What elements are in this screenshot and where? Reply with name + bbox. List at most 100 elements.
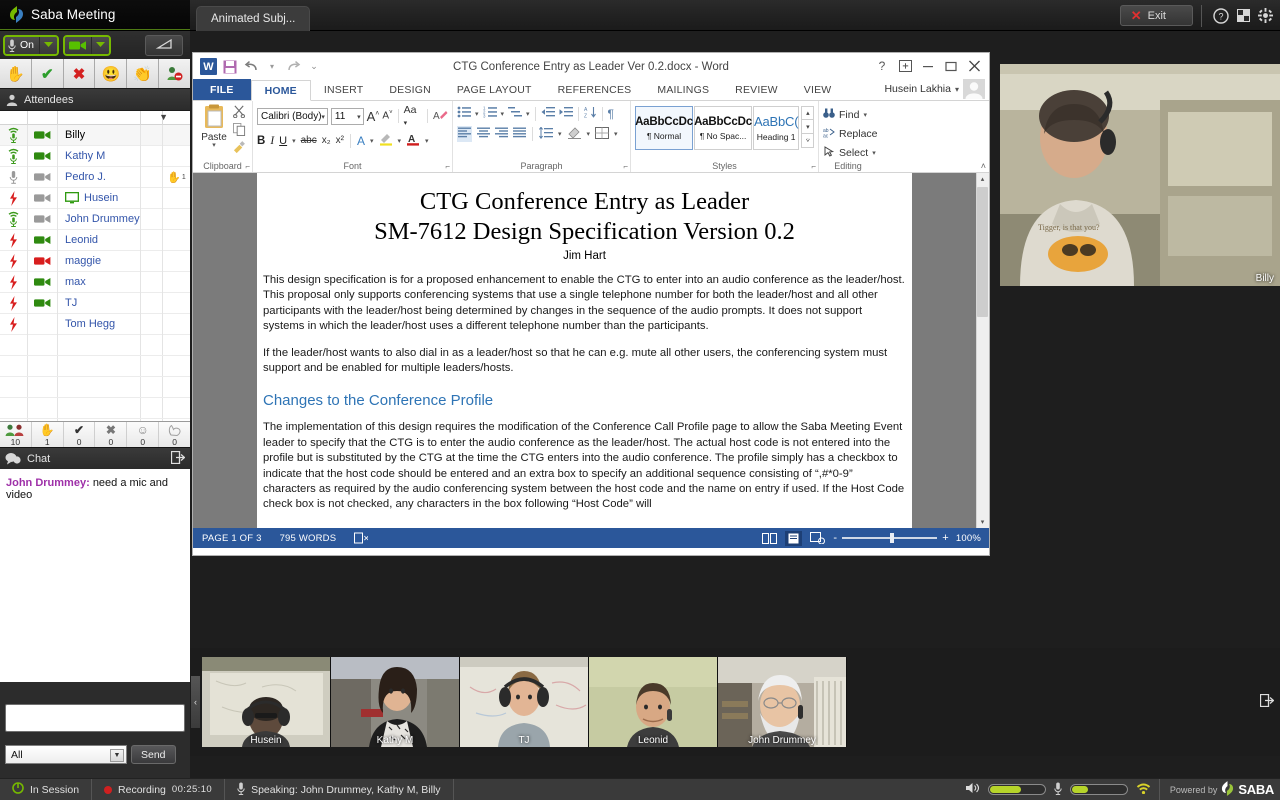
active-speaker-video[interactable]: Tigger, is that you? Billy: [1000, 64, 1280, 286]
copy-icon[interactable]: [233, 123, 246, 139]
font-name-combo[interactable]: Calibri (Body) ▾: [257, 107, 328, 125]
zoom-out-button[interactable]: -: [833, 532, 837, 544]
scrollbar-thumb[interactable]: [977, 187, 988, 317]
attendee-row[interactable]: John Drummey: [0, 208, 190, 230]
shrink-font-icon[interactable]: A˅: [382, 110, 392, 121]
font-size-combo[interactable]: 11 ▾: [330, 107, 364, 125]
tab-review[interactable]: REVIEW: [722, 80, 791, 100]
video-thumb-kathy[interactable]: Kathy M: [331, 657, 460, 747]
zoom-in-button[interactable]: +: [942, 532, 949, 544]
borders-dropdown-icon[interactable]: ▾: [614, 130, 618, 138]
attendee-row[interactable]: max: [0, 271, 190, 293]
down-arrow-icon[interactable]: ▾: [801, 120, 815, 134]
attendee-name-cell[interactable]: TJ: [58, 292, 141, 314]
attendee-name-cell[interactable]: Tom Hegg: [58, 313, 141, 335]
up-arrow-icon[interactable]: ▴: [801, 106, 815, 120]
subscript-button[interactable]: x₂: [322, 135, 331, 146]
styles-dialog-launcher-icon[interactable]: ⌐: [811, 162, 816, 171]
stat-applause[interactable]: 0: [159, 422, 190, 447]
align-left-icon[interactable]: [457, 126, 472, 142]
highlight-dropdown-icon[interactable]: ▾: [398, 137, 402, 145]
word-count[interactable]: 795 WORDS: [271, 533, 346, 544]
smile-button[interactable]: 😃: [95, 59, 128, 88]
replace-button[interactable]: ab ac Replace: [823, 126, 878, 142]
change-case-icon[interactable]: Aa ▾: [404, 104, 422, 128]
camera-toggle-body[interactable]: [65, 36, 92, 54]
customize-qat-icon[interactable]: ⌄: [306, 59, 322, 75]
tab-design[interactable]: DESIGN: [376, 80, 443, 100]
layout-icon[interactable]: [1232, 5, 1254, 27]
stat-smile[interactable]: ☺ 0: [127, 422, 160, 447]
scroll-up-icon[interactable]: ▴: [977, 173, 988, 185]
attendee-name-cell[interactable]: maggie: [58, 250, 141, 272]
attendee-name-cell[interactable]: Kathy M: [58, 145, 141, 167]
microphone-icon[interactable]: [1054, 782, 1062, 798]
align-center-icon[interactable]: [477, 127, 490, 141]
speaker-volume-slider[interactable]: [987, 784, 1046, 795]
chevron-down-icon[interactable]: ▾: [955, 85, 959, 94]
save-icon[interactable]: [222, 59, 238, 75]
video-thumb-john-drummey[interactable]: John Drummey: [718, 657, 847, 747]
chat-input[interactable]: [5, 704, 185, 732]
paintbrush-icon[interactable]: [233, 141, 246, 157]
stat-hand[interactable]: ✋ 1: [31, 422, 64, 447]
attendee-name-cell[interactable]: Pedro J.: [58, 166, 141, 188]
camera-dropdown-button[interactable]: [91, 36, 110, 54]
undo-icon[interactable]: [243, 59, 259, 75]
bullet-list-icon[interactable]: [457, 106, 471, 121]
word-document-area[interactable]: CTG Conference Entry as Leader SM-7612 D…: [193, 173, 989, 528]
attendee-row[interactable]: Kathy M: [0, 145, 190, 167]
attendee-name-cell[interactable]: Leonid: [58, 229, 141, 251]
minimize-icon[interactable]: [917, 56, 939, 76]
raise-hand-button[interactable]: ✋: [0, 59, 32, 88]
highlight-icon[interactable]: [379, 132, 393, 149]
video-thumb-husein[interactable]: Husein: [202, 657, 331, 747]
help-icon[interactable]: ?: [871, 56, 893, 76]
attendee-name-cell[interactable]: max: [58, 271, 141, 293]
tab-animated-subject[interactable]: Animated Subj...: [196, 6, 311, 31]
zoom-track[interactable]: [842, 533, 938, 543]
pilcrow-icon[interactable]: ¶: [608, 107, 614, 121]
clear-formatting-icon[interactable]: A: [433, 108, 448, 125]
zoom-knob[interactable]: [890, 533, 895, 543]
attendee-name-cell[interactable]: John Drummey: [58, 208, 141, 230]
web-layout-icon[interactable]: [809, 531, 826, 546]
multilevel-dropdown-icon[interactable]: ▾: [526, 110, 530, 118]
document-vertical-scrollbar[interactable]: ▴ ▾: [976, 173, 989, 528]
scroll-down-icon[interactable]: ▾: [977, 516, 988, 528]
step-out-button[interactable]: [159, 59, 190, 88]
attendee-row[interactable]: maggie: [0, 250, 190, 272]
word-account[interactable]: Husein Lakhia ▾: [884, 79, 985, 99]
send-button[interactable]: Send: [131, 745, 176, 764]
paste-dropdown-icon[interactable]: ▾: [212, 142, 216, 149]
line-spacing-icon[interactable]: [538, 125, 553, 142]
document-page[interactable]: CTG Conference Entry as Leader SM-7612 D…: [257, 173, 912, 528]
bullets-dropdown-icon[interactable]: ▾: [475, 110, 479, 118]
chat-messages[interactable]: John Drummey: need a mic and video: [0, 469, 190, 682]
mic-dropdown-button[interactable]: [39, 36, 58, 54]
print-layout-icon[interactable]: [785, 530, 803, 546]
increase-indent-icon[interactable]: [559, 106, 573, 121]
style-heading-1[interactable]: AaBbC( Heading 1: [753, 106, 800, 150]
restore-icon[interactable]: [940, 56, 962, 76]
attendees-list[interactable]: ▼ Billy Kathy M Pedro J. ✋ 1 Husein John Drumm…: [0, 111, 190, 421]
grow-font-icon[interactable]: A˄: [367, 109, 380, 124]
exit-button[interactable]: ✕ Exit: [1119, 5, 1193, 26]
line-spacing-dropdown-icon[interactable]: ▾: [558, 130, 562, 138]
font-color-icon[interactable]: A: [406, 132, 420, 149]
tab-home[interactable]: HOME: [250, 80, 311, 101]
stat-check[interactable]: ✔ 0: [63, 422, 96, 447]
collapse-ribbon-icon[interactable]: ˄: [981, 161, 986, 171]
find-dropdown-icon[interactable]: ▾: [863, 111, 867, 119]
justify-icon[interactable]: [513, 127, 526, 141]
attendee-name-cell[interactable]: Husein: [58, 187, 141, 209]
mic-toggle[interactable]: On: [3, 34, 60, 56]
attendee-row[interactable]: Husein: [0, 187, 190, 209]
attendee-row[interactable]: Pedro J. ✋ 1: [0, 166, 190, 188]
more-styles-icon[interactable]: ⩒: [801, 134, 815, 148]
tab-insert[interactable]: INSERT: [311, 80, 377, 100]
filter-icon[interactable]: ▼: [159, 112, 168, 122]
select-button[interactable]: Select ▾: [823, 145, 876, 161]
no-button[interactable]: ✖: [63, 59, 96, 88]
attendee-row[interactable]: Billy: [0, 124, 190, 146]
